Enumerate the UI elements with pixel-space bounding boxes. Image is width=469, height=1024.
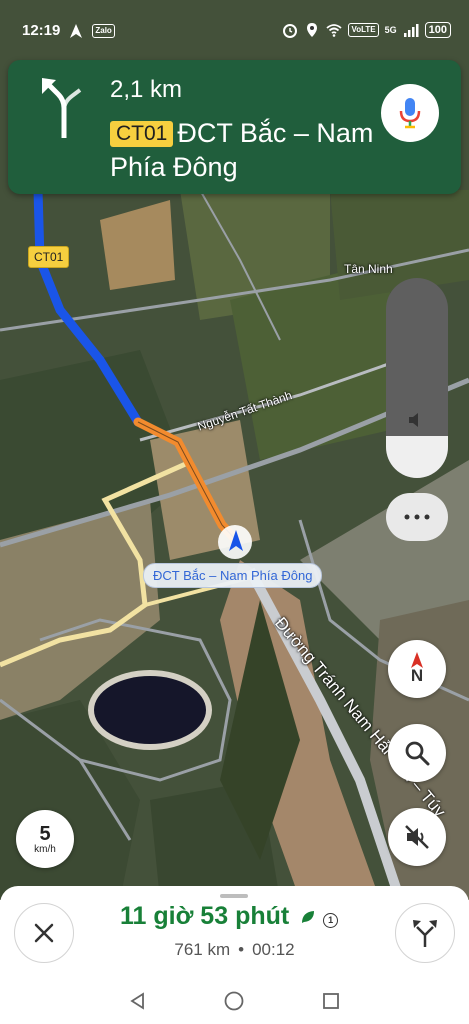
search-along-route-button[interactable] bbox=[388, 724, 446, 782]
maneuver-distance: 2,1 km bbox=[110, 76, 183, 103]
eco-leaf-icon bbox=[302, 911, 315, 923]
status-bar: 12:19 Zalo VoLTE 5G 100 bbox=[0, 0, 469, 62]
volume-more-button[interactable] bbox=[386, 493, 448, 541]
volume-slider[interactable] bbox=[386, 278, 448, 478]
speed-value: 5 bbox=[39, 822, 51, 845]
speaker-icon bbox=[409, 413, 418, 427]
back-icon[interactable] bbox=[129, 992, 147, 1010]
signal-icon bbox=[403, 24, 419, 37]
current-street-label: ĐCT Bắc – Nam Phía Đông bbox=[143, 563, 323, 588]
volume-level bbox=[386, 436, 448, 478]
eta-duration-text: 11 giờ 53 phút bbox=[120, 902, 290, 930]
voice-search-button[interactable] bbox=[381, 84, 439, 142]
speedometer: 5 km/h bbox=[16, 810, 74, 868]
more-horizontal-icon bbox=[404, 514, 430, 520]
zalo-icon: Zalo bbox=[92, 23, 115, 38]
status-time: 12:19 bbox=[22, 22, 61, 39]
route-fork-icon bbox=[413, 920, 437, 947]
road-badge: CT01 bbox=[110, 121, 174, 147]
voice-mute-button[interactable] bbox=[388, 808, 446, 866]
compass-button[interactable]: N bbox=[388, 640, 446, 698]
search-icon bbox=[405, 741, 430, 766]
map-label-tan-ninh: Tân Ninh bbox=[344, 262, 393, 276]
home-icon[interactable] bbox=[224, 991, 244, 1011]
recents-icon[interactable] bbox=[322, 992, 340, 1010]
battery-indicator: 100 bbox=[424, 22, 451, 38]
arrival-time: 00:12 bbox=[252, 940, 295, 959]
map-route-badge: CT01 bbox=[28, 246, 70, 268]
wifi-icon bbox=[326, 24, 343, 37]
incident-badge: 1 bbox=[323, 912, 339, 928]
navigation-banner[interactable]: 2,1 km CT01 ĐCT Bắc – Nam Phía Đông bbox=[8, 60, 461, 194]
voice-muted-icon bbox=[405, 825, 429, 849]
trip-distance: 761 km bbox=[174, 940, 231, 959]
sheet-drag-handle[interactable] bbox=[220, 894, 248, 898]
compass-label: N bbox=[410, 666, 424, 685]
alternate-routes-button[interactable] bbox=[395, 903, 455, 963]
navigation-arrow-icon bbox=[70, 23, 83, 38]
trip-summary-sheet[interactable]: 11 giờ 53 phút 1 761 km • 00:12 bbox=[0, 886, 469, 978]
eta-duration: 11 giờ 53 phút 1 bbox=[120, 902, 339, 931]
speed-unit: km/h bbox=[34, 843, 56, 855]
system-nav-bar bbox=[0, 978, 469, 1024]
location-icon bbox=[307, 23, 318, 37]
volte-icon: VoLTE bbox=[348, 23, 379, 37]
network-type: 5G bbox=[384, 25, 397, 35]
turn-slight-left-icon bbox=[42, 78, 82, 138]
microphone-icon bbox=[399, 98, 421, 129]
maneuver-road: CT01 ĐCT Bắc – Nam Phía Đông bbox=[110, 116, 380, 184]
alarm-icon bbox=[283, 24, 298, 38]
